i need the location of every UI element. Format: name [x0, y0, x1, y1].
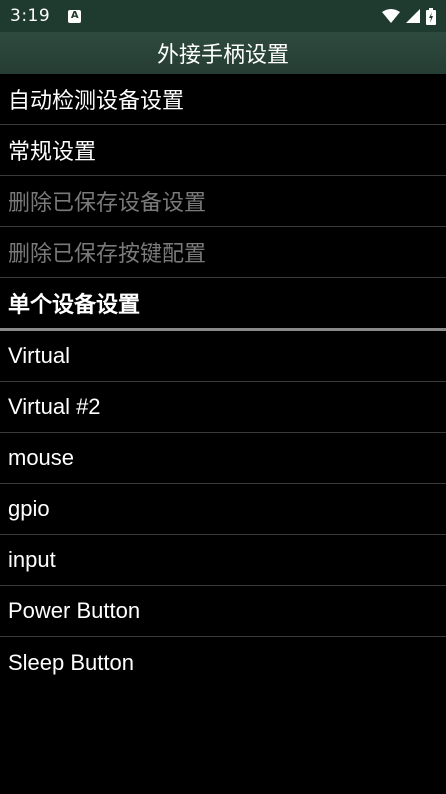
status-icons — [382, 7, 436, 25]
setting-delete-saved-keymap: 删除已保存按键配置 — [0, 227, 446, 278]
device-item[interactable]: Virtual — [0, 331, 446, 382]
device-item[interactable]: Power Button — [0, 586, 446, 637]
setting-delete-saved-device: 删除已保存设备设置 — [0, 176, 446, 227]
device-item[interactable]: input — [0, 535, 446, 586]
device-item[interactable]: Sleep Button — [0, 637, 446, 688]
section-header-single-device: 单个设备设置 — [0, 278, 446, 331]
cell-signal-icon — [406, 9, 420, 23]
setting-auto-detect[interactable]: 自动检测设备设置 — [0, 74, 446, 125]
battery-icon — [426, 7, 436, 25]
setting-general[interactable]: 常规设置 — [0, 125, 446, 176]
device-item[interactable]: Virtual #2 — [0, 382, 446, 433]
wifi-icon — [382, 9, 400, 23]
status-bar: 3:19 A — [0, 0, 446, 32]
notification-a-icon: A — [68, 9, 82, 23]
status-time: 3:19 — [10, 6, 51, 26]
page-title: 外接手柄设置 — [156, 43, 289, 68]
settings-list: 自动检测设备设置 常规设置 删除已保存设备设置 删除已保存按键配置 单个设备设置… — [0, 74, 446, 688]
title-bar: 外接手柄设置 — [0, 32, 446, 74]
device-item[interactable]: gpio — [0, 484, 446, 535]
device-item[interactable]: mouse — [0, 433, 446, 484]
